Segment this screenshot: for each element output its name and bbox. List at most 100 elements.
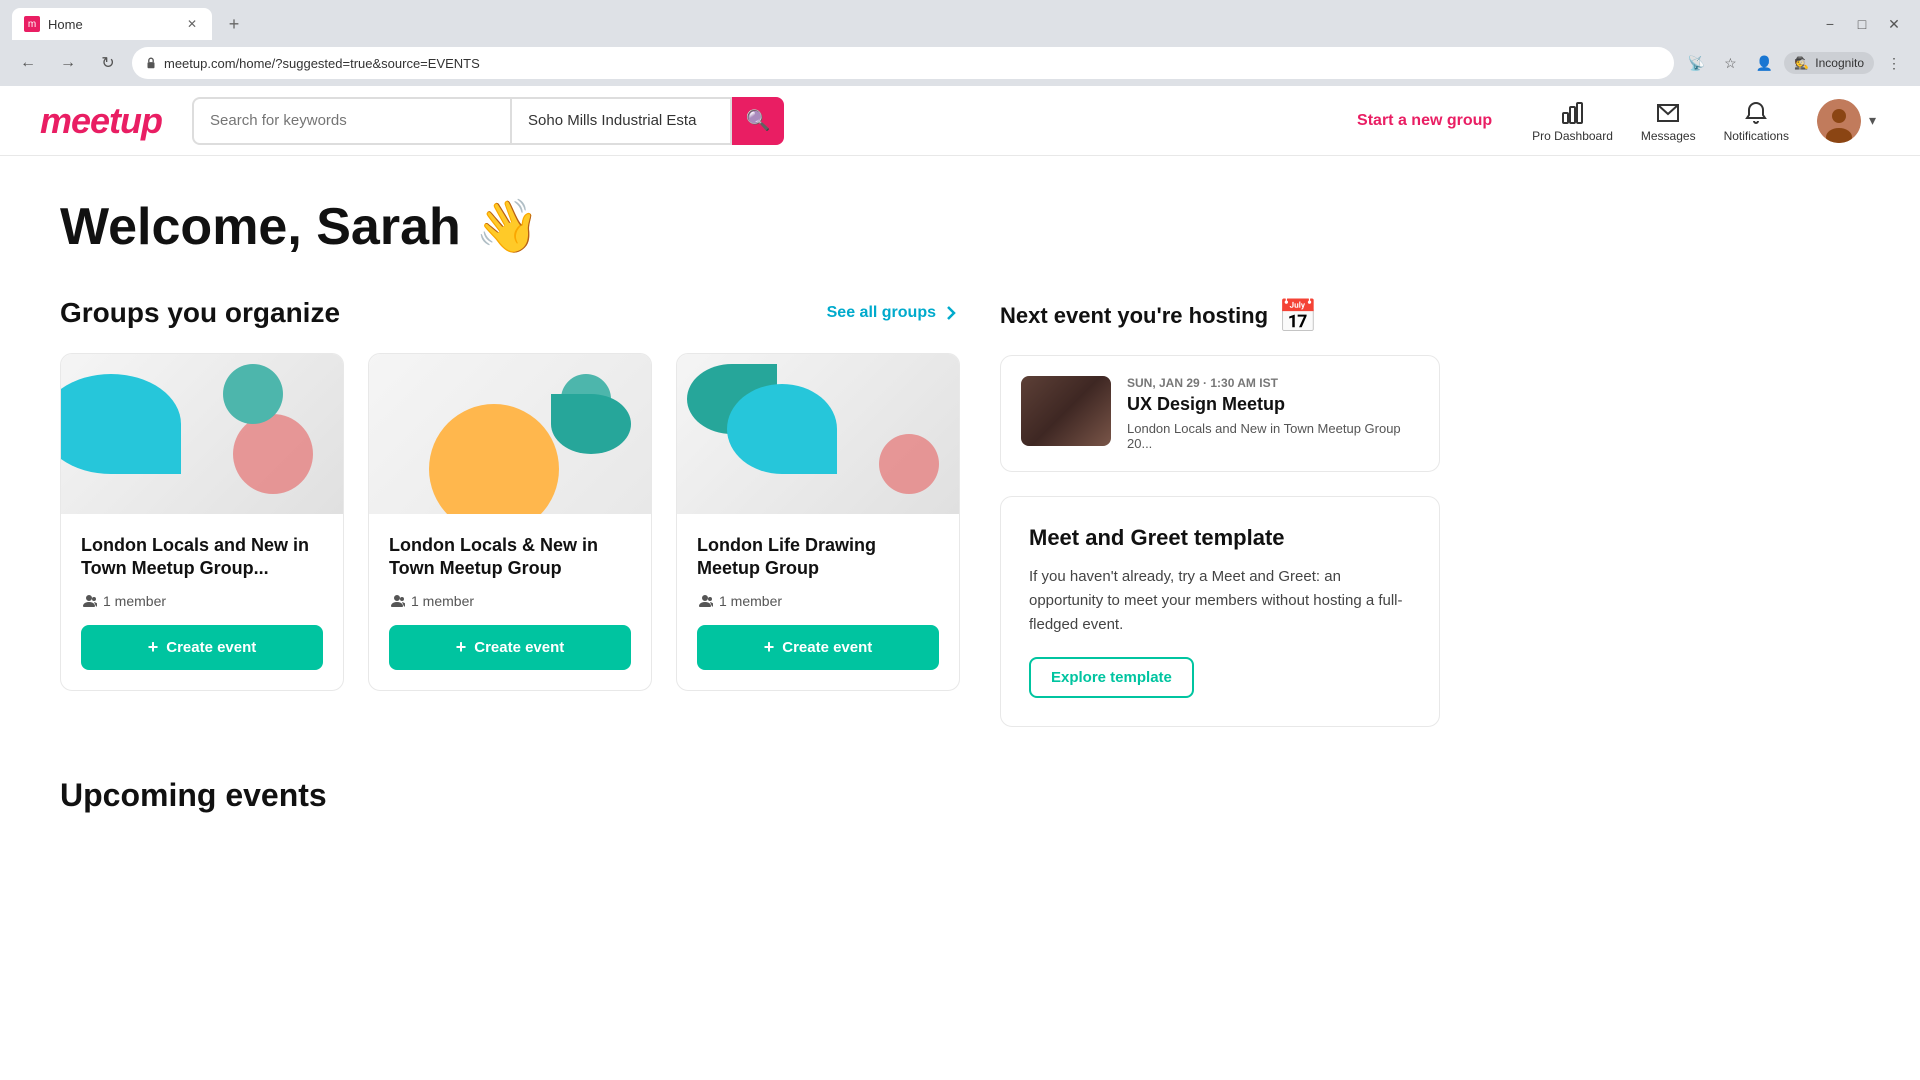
url-text: meetup.com/home/?suggested=true&source=E…: [164, 56, 480, 71]
incognito-label: Incognito: [1815, 56, 1864, 70]
main-content: Welcome, Sarah 👋 Groups you organize See…: [0, 156, 1500, 854]
search-input[interactable]: [194, 112, 510, 129]
browser-actions: 📡 ☆ 👤 🕵️ Incognito ⋮: [1682, 49, 1908, 77]
avatar-placeholder: [1817, 99, 1861, 143]
messages-link[interactable]: Messages: [1641, 99, 1696, 143]
incognito-button[interactable]: 🕵️ Incognito: [1784, 52, 1874, 74]
plus-icon: +: [456, 637, 467, 658]
location-input[interactable]: Soho Mills Industrial Esta: [512, 97, 732, 145]
upcoming-events-title: Upcoming events: [60, 777, 1440, 814]
people-icon: [81, 593, 97, 609]
see-all-groups-link[interactable]: See all groups: [827, 304, 960, 322]
window-controls: − □ ✕: [1816, 10, 1908, 38]
group-illustration-1: [61, 354, 343, 514]
create-event-button[interactable]: + Create event: [389, 625, 631, 670]
pro-dashboard-link[interactable]: Pro Dashboard: [1532, 99, 1613, 143]
illustration-shape: [429, 404, 559, 514]
illustration-shape: [61, 374, 181, 474]
member-count-text: 1 member: [719, 593, 782, 609]
illustration-shape: [223, 364, 283, 424]
group-card[interactable]: London Life Drawing Meetup Group 1 membe…: [676, 353, 960, 691]
template-card: Meet and Greet template If you haven't a…: [1000, 496, 1440, 727]
address-bar[interactable]: meetup.com/home/?suggested=true&source=E…: [132, 47, 1674, 79]
event-info: SUN, JAN 29 · 1:30 AM IST UX Design Meet…: [1127, 376, 1419, 451]
notifications-label: Notifications: [1724, 129, 1789, 143]
location-value: Soho Mills Industrial Esta: [528, 112, 696, 129]
illustration-shape: [551, 394, 631, 454]
next-event-title: Next event you're hosting: [1000, 303, 1268, 329]
upcoming-events-section: Upcoming events: [60, 777, 1440, 814]
right-column: Next event you're hosting 📅 SUN, JAN 29 …: [1000, 297, 1440, 727]
event-date: SUN, JAN 29 · 1:30 AM IST: [1127, 376, 1419, 390]
messages-label: Messages: [1641, 129, 1696, 143]
group-member-count: 1 member: [389, 593, 631, 609]
user-menu[interactable]: ▾: [1817, 99, 1880, 143]
search-icon: 🔍: [746, 108, 771, 133]
see-all-label: See all groups: [827, 304, 936, 322]
cast-button[interactable]: 📡: [1682, 49, 1710, 77]
logo-text: meetup: [40, 100, 162, 142]
group-card[interactable]: London Locals and New in Town Meetup Gro…: [60, 353, 344, 691]
group-card-image-1: [61, 354, 343, 514]
chevron-right-icon: [942, 304, 960, 322]
lock-icon: [144, 56, 158, 70]
site-header: meetup Soho Mills Industrial Esta 🔍 Star…: [0, 86, 1920, 156]
window-close-button[interactable]: ✕: [1880, 10, 1908, 38]
browser-toolbar: ← → ↻ meetup.com/home/?suggested=true&so…: [0, 40, 1920, 86]
bookmark-button[interactable]: ☆: [1716, 49, 1744, 77]
menu-button[interactable]: ⋮: [1880, 49, 1908, 77]
group-card-title: London Locals & New in Town Meetup Group: [389, 534, 631, 581]
people-icon: [697, 593, 713, 609]
browser-tab[interactable]: m Home ✕: [12, 8, 212, 40]
calendar-emoji: 📅: [1278, 297, 1318, 335]
group-card-title: London Locals and New in Town Meetup Gro…: [81, 534, 323, 581]
window-maximize-button[interactable]: □: [1848, 10, 1876, 38]
create-event-button[interactable]: + Create event: [697, 625, 939, 670]
search-bar: Soho Mills Industrial Esta 🔍: [192, 97, 784, 145]
refresh-button[interactable]: ↻: [92, 47, 124, 79]
new-tab-button[interactable]: +: [220, 10, 248, 38]
user-menu-chevron[interactable]: ▾: [1865, 108, 1880, 133]
next-event-section: Next event you're hosting 📅 SUN, JAN 29 …: [1000, 297, 1440, 472]
member-count-text: 1 member: [411, 593, 474, 609]
tab-close-button[interactable]: ✕: [184, 16, 200, 32]
create-event-label: Create event: [474, 639, 564, 656]
group-card-body-1: London Locals and New in Town Meetup Gro…: [61, 514, 343, 690]
illustration-shape: [879, 434, 939, 494]
group-illustration-2: [369, 354, 651, 514]
groups-section-title: Groups you organize: [60, 297, 340, 329]
group-card-image-3: [677, 354, 959, 514]
groups-section: Groups you organize See all groups: [60, 297, 960, 727]
search-container: [192, 97, 512, 145]
template-description: If you haven't already, try a Meet and G…: [1029, 565, 1411, 637]
explore-template-button[interactable]: Explore template: [1029, 657, 1194, 698]
event-thumbnail: [1021, 376, 1111, 446]
illustration-shape: [727, 384, 837, 474]
bell-icon: [1742, 99, 1770, 127]
next-event-card[interactable]: SUN, JAN 29 · 1:30 AM IST UX Design Meet…: [1000, 355, 1440, 472]
event-thumb-image: [1021, 376, 1111, 446]
template-title: Meet and Greet template: [1029, 525, 1411, 551]
search-button[interactable]: 🔍: [732, 97, 784, 145]
logo[interactable]: meetup: [40, 100, 162, 142]
bar-chart-icon: [1559, 99, 1587, 127]
back-button[interactable]: ←: [12, 47, 44, 79]
next-event-heading: Next event you're hosting 📅: [1000, 297, 1440, 335]
notifications-link[interactable]: Notifications: [1724, 99, 1789, 143]
create-event-label: Create event: [782, 639, 872, 656]
user-avatar[interactable]: [1817, 99, 1861, 143]
avatar-image: [1817, 99, 1861, 143]
welcome-heading: Welcome, Sarah 👋: [60, 196, 1440, 257]
window-minimize-button[interactable]: −: [1816, 10, 1844, 38]
event-group: London Locals and New in Town Meetup Gro…: [1127, 421, 1419, 451]
illustration-shape: [233, 414, 313, 494]
group-card[interactable]: London Locals & New in Town Meetup Group…: [368, 353, 652, 691]
create-event-button[interactable]: + Create event: [81, 625, 323, 670]
profile-button[interactable]: 👤: [1750, 49, 1778, 77]
forward-button[interactable]: →: [52, 47, 84, 79]
group-card-title: London Life Drawing Meetup Group: [697, 534, 939, 581]
group-card-image-2: [369, 354, 651, 514]
plus-icon: +: [148, 637, 159, 658]
start-new-group-button[interactable]: Start a new group: [1337, 112, 1512, 130]
groups-section-header: Groups you organize See all groups: [60, 297, 960, 329]
